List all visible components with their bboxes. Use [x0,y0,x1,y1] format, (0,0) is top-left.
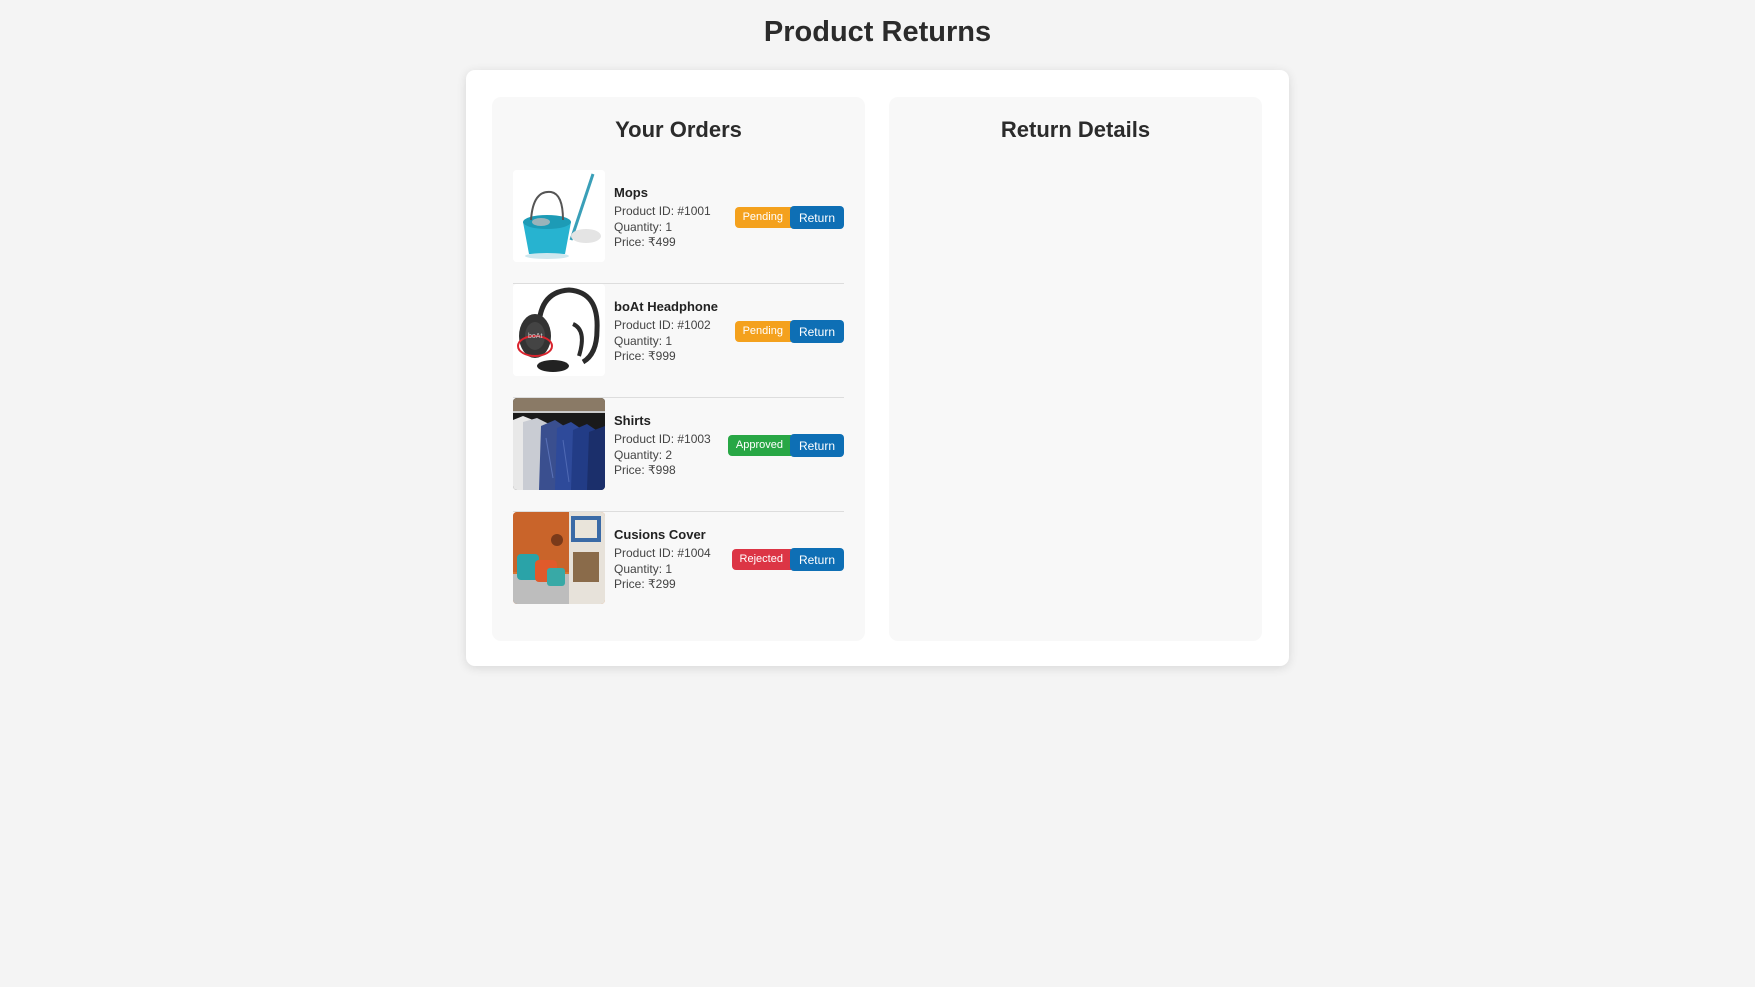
return-button[interactable]: Return [789,320,844,343]
product-quantity: Quantity: 1 [614,219,673,234]
status-badge: Pending [734,321,791,342]
order-info: boAt Headphone Product ID: #1002 Quantit… [614,299,734,365]
product-price: Price: ₹998 [614,463,676,477]
status-badge: Approved [727,435,791,456]
return-button[interactable]: Return [789,434,844,457]
returns-card: Your Orders Mops Product ID: #1001 Quant… [466,70,1289,666]
headphone-image: boAt [513,284,605,376]
return-details-title: Return Details [1000,117,1151,142]
order-info: Cusions Cover Product ID: #1004 Quantity… [614,527,734,593]
status-badge: Rejected [731,549,791,570]
orders-panel-title: Your Orders [615,117,742,142]
order-actions: Pending Return [734,320,844,343]
product-price: Price: ₹499 [614,235,676,249]
order-item: Cusions Cover Product ID: #1004 Quantity… [513,512,844,626]
order-actions: Approved Return [727,434,844,457]
order-item: Shirts Product ID: #1003 Quantity: 2 Pri… [513,398,844,512]
status-badge: Pending [734,207,791,228]
shirts-rack-image [513,398,605,490]
svg-text:boAt: boAt [528,333,542,340]
return-button[interactable]: Return [789,206,844,229]
product-id: Product ID: #1002 [614,318,711,332]
cushion-cover-image [513,512,605,604]
product-name: Shirts [614,413,651,428]
order-item: boAt boAt Headphone Product ID: #1002 Qu… [513,284,844,398]
product-id: Product ID: #1003 [614,432,711,446]
orders-panel: Your Orders Mops Product ID: #1001 Quant… [492,97,865,641]
product-id: Product ID: #1004 [614,546,711,560]
return-details-panel: Return Details [889,97,1262,641]
product-price: Price: ₹999 [614,349,676,363]
product-id: Product ID: #1001 [614,204,711,218]
order-info: Shirts Product ID: #1003 Quantity: 2 Pri… [614,413,734,479]
order-info: Mops Product ID: #1001 Quantity: 1 Price… [614,185,734,251]
product-name: boAt Headphone [614,299,718,314]
product-quantity: Quantity: 1 [614,333,673,348]
order-list: Mops Product ID: #1001 Quantity: 1 Price… [513,170,844,626]
order-actions: Pending Return [734,206,844,229]
product-quantity: Quantity: 2 [614,447,673,462]
product-quantity: Quantity: 1 [614,561,673,576]
mop-bucket-image [513,170,605,262]
product-price: Price: ₹299 [614,577,676,591]
return-button[interactable]: Return [789,548,844,571]
order-item: Mops Product ID: #1001 Quantity: 1 Price… [513,170,844,284]
product-name: Mops [614,185,648,200]
page-title: Product Returns [763,16,992,48]
order-actions: Rejected Return [731,548,844,571]
product-name: Cusions Cover [614,527,706,542]
